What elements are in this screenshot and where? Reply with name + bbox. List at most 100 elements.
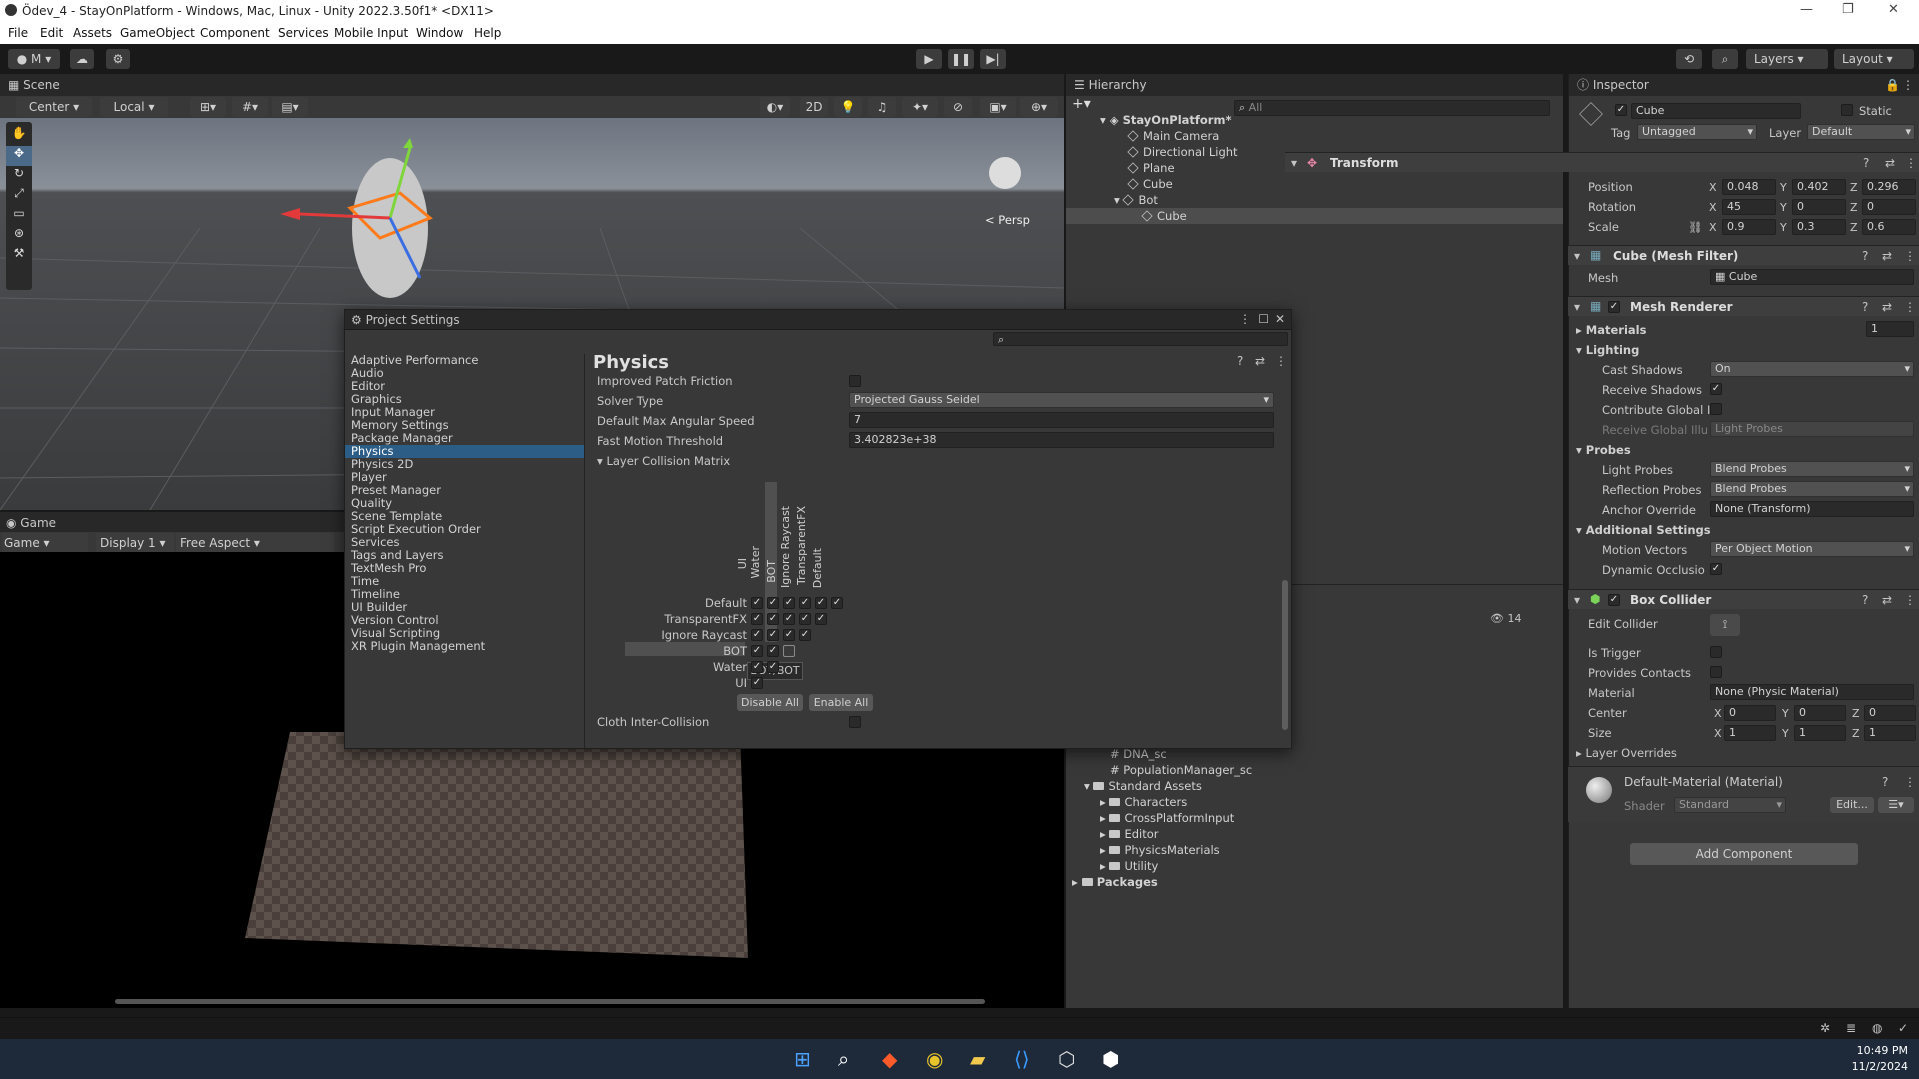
collab-icon[interactable]: ⚙ — [106, 49, 130, 69]
move-tool-icon[interactable]: ✥ — [6, 146, 32, 166]
light-probes-dropdown[interactable]: Blend Probes ▾ — [1710, 461, 1914, 477]
space-dropdown[interactable]: Local ▾ — [100, 97, 168, 117]
search-icon[interactable]: ⌕ — [838, 1047, 849, 1071]
mesh-field[interactable]: ▦ Cube — [1710, 269, 1914, 285]
center-z-field[interactable]: 0 — [1864, 705, 1916, 721]
improved-patch-friction-checkbox[interactable] — [849, 375, 861, 387]
preset-icon[interactable]: ⇄ — [1255, 354, 1265, 368]
menu-help[interactable]: Help — [474, 26, 501, 40]
folder-item[interactable]: ▸ Characters — [1100, 795, 1187, 809]
object-name-field[interactable]: Cube — [1631, 103, 1801, 119]
collision-matrix-checkbox[interactable]: ✓ — [767, 597, 779, 609]
layout-dropdown[interactable]: Layout ▾ — [1834, 49, 1914, 69]
foldout-icon[interactable]: ▾ — [1574, 593, 1580, 607]
preset-icon[interactable]: ⇄ — [1882, 300, 1892, 314]
shader-list-icon[interactable]: ☰▾ — [1878, 797, 1914, 813]
menu-component[interactable]: Component — [200, 26, 270, 40]
display-dropdown[interactable]: Display 1 ▾ — [96, 533, 174, 553]
collision-matrix-checkbox[interactable]: ✓ — [751, 629, 763, 641]
hierarchy-search-input[interactable]: ⌕ All — [1234, 100, 1550, 116]
help-icon[interactable]: ? — [1882, 775, 1888, 789]
close-button[interactable]: ✕ — [1888, 2, 1899, 17]
tab-inspector[interactable]: ⓘ Inspector — [1577, 74, 1649, 96]
component-menu-icon[interactable]: ⋮ — [1905, 156, 1917, 170]
folder-item[interactable]: ▸ Packages — [1072, 875, 1158, 889]
mesh-filter-header[interactable]: ▾ ▦ Cube (Mesh Filter) ? ⇄ ⋮ — [1568, 245, 1919, 265]
scale-z-field[interactable]: 0.6 — [1862, 219, 1916, 235]
list-item[interactable]: Cube — [1127, 177, 1173, 191]
solver-type-dropdown[interactable]: Projected Gauss Seidel ▾ — [849, 392, 1274, 408]
collision-matrix-checkbox[interactable] — [783, 645, 795, 657]
additional-settings-foldout[interactable]: ▾ Additional Settings — [1576, 523, 1711, 537]
cloth-inter-collision-checkbox[interactable] — [849, 716, 861, 728]
chrome-icon[interactable]: ◉ — [926, 1047, 943, 1071]
folder-item[interactable]: ▸ PhysicsMaterials — [1100, 843, 1220, 857]
tab-game[interactable]: ◉ Game — [6, 512, 56, 534]
unity-hub-icon[interactable]: ⬡ — [1058, 1047, 1075, 1071]
position-y-field[interactable]: 0.402 — [1792, 179, 1846, 195]
folder-item[interactable]: ▸ Utility — [1100, 859, 1158, 873]
rect-tool-icon[interactable]: ▭ — [6, 206, 32, 226]
maximize-icon[interactable]: ☐ — [1258, 312, 1269, 326]
gizmos-icon[interactable]: ⊕▾ — [1020, 97, 1058, 117]
collision-matrix-checkbox[interactable]: ✓ — [799, 597, 811, 609]
receive-shadows-checkbox[interactable]: ✓ — [1710, 383, 1722, 395]
search-icon[interactable]: ⌕ — [1712, 49, 1738, 69]
reflection-probes-dropdown[interactable]: Blend Probes ▾ — [1710, 481, 1914, 497]
collision-matrix-checkbox[interactable]: ✓ — [815, 613, 827, 625]
menu-services[interactable]: Services — [278, 26, 329, 40]
motion-vectors-dropdown[interactable]: Per Object Motion ▾ — [1710, 541, 1914, 557]
rotation-y-field[interactable]: 0 — [1792, 199, 1846, 215]
vscode-icon[interactable]: ⟨⟩ — [1014, 1047, 1030, 1071]
layer-overrides-foldout[interactable]: ▸ Layer Overrides — [1576, 746, 1677, 760]
audio-icon[interactable]: ♫ — [868, 97, 896, 117]
folder-item[interactable]: ▾ Standard Assets — [1084, 779, 1202, 793]
taskbar-date[interactable]: 11/2/2024 — [1838, 1060, 1908, 1073]
play-button[interactable]: ▶ — [916, 49, 942, 69]
tag-dropdown[interactable]: Untagged ▾ — [1637, 124, 1757, 140]
persp-label[interactable]: < Persp — [985, 213, 1030, 227]
max-angular-field[interactable]: 7 — [849, 412, 1274, 428]
rotation-x-field[interactable]: 45 — [1722, 199, 1776, 215]
list-item-selected[interactable]: Cube — [1066, 208, 1563, 224]
list-item[interactable]: Plane — [1127, 161, 1175, 175]
active-checkbox[interactable]: ✓ — [1615, 104, 1627, 116]
foldout-icon[interactable]: ▾ — [1291, 156, 1297, 170]
mode-2d-button[interactable]: 2D — [800, 97, 828, 117]
history-icon[interactable]: ⟲ — [1676, 49, 1702, 69]
add-component-button[interactable]: Add Component — [1630, 843, 1858, 865]
transform-header[interactable]: ▾ ✥ Transform ? ⇄ ⋮ — [1285, 152, 1919, 172]
list-item[interactable]: Main Camera — [1127, 129, 1219, 143]
lock-icon[interactable]: 🔒 — [1885, 74, 1900, 96]
foldout-icon[interactable]: ▾ — [1574, 300, 1580, 314]
shader-edit-button[interactable]: Edit... — [1830, 797, 1874, 813]
menu-mobile-input[interactable]: Mobile Input — [334, 26, 408, 40]
enable-all-button[interactable]: Enable All — [809, 694, 873, 711]
scale-y-field[interactable]: 0.3 — [1792, 219, 1846, 235]
hidden-icon[interactable]: ⊘ — [944, 97, 972, 117]
account-button[interactable]: ● M ▾ — [8, 49, 60, 69]
rotation-z-field[interactable]: 0 — [1862, 199, 1916, 215]
category-item[interactable]: TextMesh Pro — [345, 562, 584, 575]
center-x-field[interactable]: 0 — [1724, 705, 1776, 721]
collision-matrix-checkbox[interactable]: ✓ — [783, 597, 795, 609]
snap-icon[interactable]: ⊞▾ — [190, 97, 226, 117]
collision-matrix-checkbox[interactable]: ✓ — [767, 629, 779, 641]
size-z-field[interactable]: 1 — [1864, 725, 1916, 741]
check-icon[interactable]: ✓ — [1898, 1021, 1908, 1035]
shading-icon[interactable]: ◐▾ — [760, 97, 790, 117]
tab-scene[interactable]: ▦ Scene — [8, 74, 60, 96]
size-x-field[interactable]: 1 — [1724, 725, 1776, 741]
position-x-field[interactable]: 0.048 — [1722, 179, 1776, 195]
materials-count-field[interactable]: 1 — [1866, 321, 1914, 337]
windows-start-icon[interactable]: ⊞ — [794, 1047, 811, 1071]
help-icon[interactable]: ? — [1862, 593, 1868, 607]
brave-browser-icon[interactable]: ◆ — [882, 1047, 897, 1071]
static-checkbox[interactable] — [1841, 104, 1853, 116]
disable-all-button[interactable]: Disable All — [737, 694, 803, 711]
list-item[interactable]: # DNA_sc — [1110, 747, 1167, 761]
lighting-icon[interactable]: 💡 — [834, 97, 862, 117]
collision-matrix-checkbox[interactable]: ✓ — [799, 629, 811, 641]
pause-button[interactable]: ❚❚ — [948, 49, 974, 69]
collision-matrix-checkbox[interactable]: ✓ — [751, 645, 763, 657]
